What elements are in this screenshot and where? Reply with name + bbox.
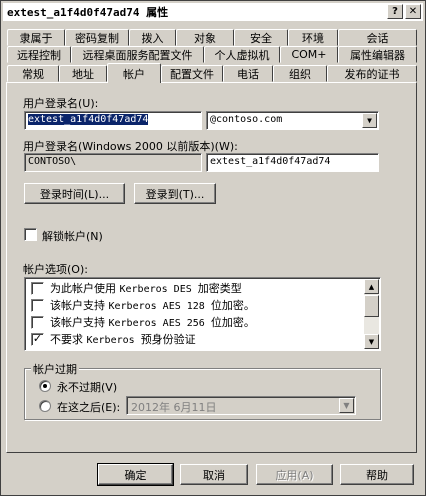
option-checkbox[interactable]	[31, 298, 44, 312]
scroll-down-icon[interactable]: ▼	[364, 334, 379, 349]
tab-object[interactable]: 对象	[176, 29, 234, 46]
unlock-account-checkbox[interactable]	[24, 228, 37, 241]
upn-suffix-dropdown[interactable]: @contoso.com ▼	[206, 111, 379, 130]
option-label: 不要求 Kerberos 预身份验证	[50, 333, 196, 346]
account-tab-panel: 用户登录名(U): extest_a1f4d0f47ad74 @contoso.…	[6, 82, 417, 453]
pre2000-logon-input[interactable]: extest_a1f4d0f47ad74	[206, 153, 379, 172]
tab-row-3: 常规 地址 帐户 配置文件 电话 组织 发布的证书	[7, 63, 417, 83]
help-title-button[interactable]: ?	[387, 4, 403, 19]
account-expires-group: 帐户过期 永不过期(V) 在这之后(E): 2012年 6月11日 ▼	[24, 361, 381, 420]
list-item[interactable]: 该帐户支持 Kerberos AES 256 位加密。	[31, 314, 255, 330]
tab-organization[interactable]: 组织	[273, 65, 327, 82]
tab-general[interactable]: 常规	[7, 65, 59, 82]
tab-attribute-editor[interactable]: 属性编辑器	[338, 46, 417, 63]
tab-password-replication[interactable]: 密码复制	[65, 29, 129, 46]
title-bar: extest_a1f4d0f47ad74 属性 ? ✕	[3, 3, 423, 21]
never-expires-radio[interactable]	[39, 380, 51, 392]
end-of-label: 在这之后(E):	[57, 401, 121, 414]
help-button[interactable]: 帮助	[340, 464, 414, 485]
list-item[interactable]: ✓ 不要求 Kerberos 预身份验证	[31, 331, 196, 347]
tab-security[interactable]: 安全	[234, 29, 288, 46]
option-checkbox[interactable]: ✓	[31, 332, 44, 346]
ok-button[interactable]: 确定	[97, 463, 174, 486]
tab-member-of[interactable]: 隶属于	[7, 29, 65, 46]
tab-published-certificates[interactable]: 发布的证书	[327, 65, 417, 82]
tab-dial-in[interactable]: 拨入	[129, 29, 176, 46]
option-checkbox[interactable]	[31, 281, 44, 295]
list-item[interactable]: 该帐户支持 Kerberos AES 128 位加密。	[31, 297, 255, 313]
logon-name-label: 用户登录名(U):	[23, 97, 99, 110]
account-options-label: 帐户选项(O):	[23, 263, 88, 276]
tab-remote-control[interactable]: 远程控制	[7, 46, 71, 63]
chevron-down-icon[interactable]: ▼	[362, 113, 377, 128]
tab-row-1: 隶属于 密码复制 拨入 对象 安全 环境 会话	[7, 29, 417, 46]
options-scrollbar[interactable]: ▲ ▼	[364, 279, 379, 349]
scroll-up-icon[interactable]: ▲	[364, 279, 379, 294]
chevron-down-icon[interactable]: ▼	[339, 398, 354, 413]
tab-profile[interactable]: 配置文件	[161, 65, 223, 82]
properties-dialog: extest_a1f4d0f47ad74 属性 ? ✕ 隶属于 密码复制 拨入 …	[0, 0, 426, 496]
tab-account[interactable]: 帐户	[107, 63, 161, 83]
pre2000-domain-field: CONTOSO\	[24, 153, 202, 172]
tab-address[interactable]: 地址	[59, 65, 107, 82]
pre2000-logon-label: 用户登录名(Windows 2000 以前版本)(W):	[23, 140, 238, 153]
window-title: extest_a1f4d0f47ad74 属性	[7, 6, 169, 19]
tab-rds-profile[interactable]: 远程桌面服务配置文件	[71, 46, 204, 63]
tab-row-2: 远程控制 远程桌面服务配置文件 个人虚拟机 COM+ 属性编辑器	[7, 46, 417, 63]
logon-hours-button[interactable]: 登录时间(L)...	[24, 183, 125, 204]
end-of-radio[interactable]	[39, 400, 51, 412]
never-expires-label: 永不过期(V)	[57, 381, 118, 394]
logon-name-input[interactable]: extest_a1f4d0f47ad74	[24, 111, 202, 130]
tab-com-plus[interactable]: COM+	[280, 46, 338, 63]
apply-button[interactable]: 应用(A)	[256, 464, 333, 485]
expiry-date-picker[interactable]: 2012年 6月11日 ▼	[126, 396, 356, 415]
option-label: 为此帐户使用 Kerberos DES 加密类型	[50, 282, 242, 295]
cancel-button[interactable]: 取消	[180, 464, 248, 485]
account-expires-legend: 帐户过期	[31, 361, 79, 377]
unlock-account-label: 解锁帐户(N)	[42, 230, 103, 243]
tab-personal-vm[interactable]: 个人虚拟机	[204, 46, 280, 63]
close-icon: ✕	[408, 5, 418, 17]
account-options-list[interactable]: 为此帐户使用 Kerberos DES 加密类型 该帐户支持 Kerberos …	[24, 277, 381, 351]
list-item[interactable]: 为此帐户使用 Kerberos DES 加密类型	[31, 280, 242, 296]
logon-to-button[interactable]: 登录到(T)...	[134, 183, 216, 204]
tab-telephones[interactable]: 电话	[223, 65, 273, 82]
upn-suffix-value: @contoso.com	[210, 114, 283, 125]
expiry-date-value: 2012年 6月11日	[131, 401, 217, 414]
tab-environment[interactable]: 环境	[288, 29, 338, 46]
tab-sessions[interactable]: 会话	[338, 29, 417, 46]
option-checkbox[interactable]	[31, 315, 44, 329]
scroll-thumb[interactable]	[364, 295, 379, 317]
question-icon: ?	[392, 5, 398, 17]
close-button[interactable]: ✕	[405, 4, 421, 19]
option-label: 该帐户支持 Kerberos AES 256 位加密。	[50, 316, 255, 329]
option-label: 该帐户支持 Kerberos AES 128 位加密。	[50, 299, 255, 312]
